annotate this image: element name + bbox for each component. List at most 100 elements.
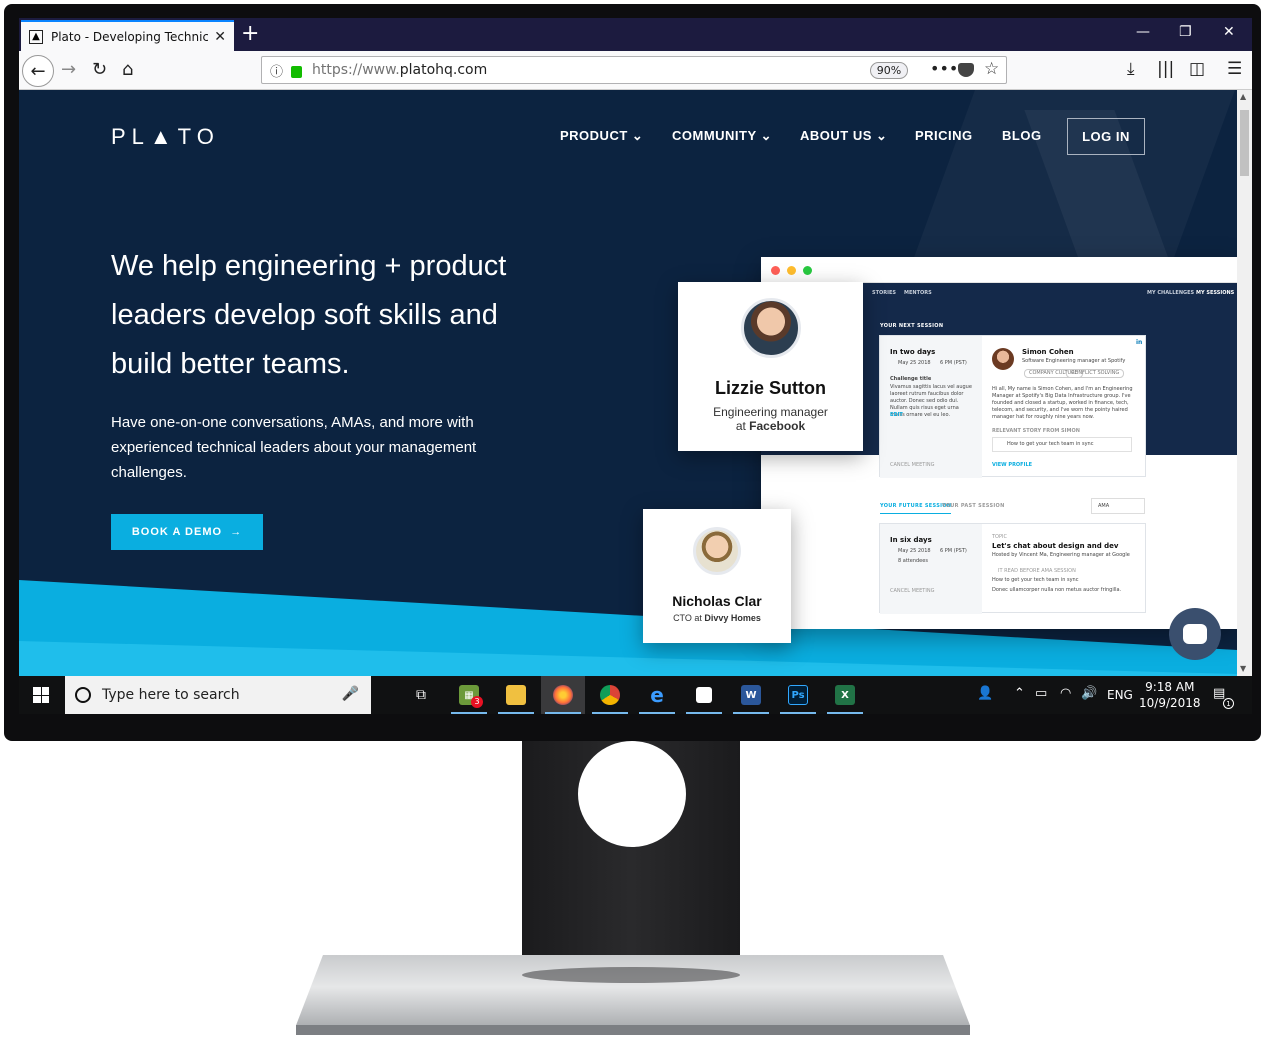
nav-product[interactable]: PRODUCT ⌄ — [560, 128, 643, 144]
language-indicator[interactable]: ENG — [1107, 688, 1133, 702]
taskbar-photoshop[interactable]: Ps — [776, 676, 820, 714]
screen: ▲ Plato - Developing Technical M ✕ + — ❐… — [19, 18, 1252, 714]
mockup-nav-sessions: MY SESSIONS — [1196, 290, 1235, 296]
excel-icon: X — [835, 685, 855, 705]
back-button[interactable]: ← — [22, 55, 54, 87]
reload-icon[interactable]: ↻ — [92, 59, 107, 80]
window-close-icon[interactable]: ✕ — [1223, 24, 1235, 40]
taskbar-firefox[interactable] — [541, 676, 585, 714]
download-icon[interactable]: ⤓ — [1127, 59, 1135, 79]
search-placeholder: Type here to search — [102, 687, 240, 703]
scroll-down-icon[interactable]: ▼ — [1240, 664, 1246, 673]
plato-homepage: PL▲TO PRODUCT ⌄ COMMUNITY ⌄ ABOUT US ⌄ P… — [19, 90, 1237, 676]
url-text[interactable]: https://www.platohq.com — [312, 62, 487, 78]
volume-icon[interactable]: 🔊 — [1081, 686, 1097, 701]
view-profile-link: VIEW PROFILE — [992, 462, 1033, 468]
session-meta-panel: In six days May 25 2018 6 PM (PST) 8 att… — [880, 524, 982, 614]
bookmark-star-icon[interactable]: ☆ — [984, 59, 999, 79]
photoshop-icon: Ps — [788, 685, 808, 705]
cancel-meeting-link: CANCEL MEETING — [890, 462, 935, 468]
monitor-bezel: ▲ Plato - Developing Technical M ✕ + — ❐… — [4, 4, 1261, 741]
windows-start-icon[interactable] — [33, 687, 49, 703]
windows-taskbar: Type here to search 🎤 ⧉ ▦ 3 e W Ps X 👤 ⌃… — [19, 676, 1252, 714]
taskbar-app-store[interactable]: ▦ 3 — [447, 676, 491, 714]
monitor-stand-cable-hole — [578, 741, 686, 847]
taskbar-edge[interactable]: e — [635, 676, 679, 714]
scroll-up-icon[interactable]: ▲ — [1240, 92, 1246, 101]
nav-pricing[interactable]: PRICING — [915, 128, 973, 143]
monitor-scene: ▲ Plato - Developing Technical M ✕ + — ❐… — [0, 0, 1264, 1045]
notification-badge: 3 — [471, 696, 483, 708]
browser-tab-active[interactable]: ▲ Plato - Developing Technical M ✕ — [21, 20, 234, 51]
chevron-down-icon: ⌄ — [760, 128, 772, 143]
chrome-icon — [600, 685, 620, 705]
show-hidden-icons[interactable]: ⌃ — [1014, 686, 1025, 701]
nav-blog[interactable]: BLOG — [1002, 128, 1042, 143]
nav-community[interactable]: COMMUNITY ⌄ — [672, 128, 772, 144]
book-demo-button[interactable]: BOOK A DEMO → — [111, 514, 263, 550]
task-view-button[interactable]: ⧉ — [399, 676, 443, 714]
avatar — [740, 298, 801, 358]
hamburger-menu-icon[interactable]: ☰ — [1227, 59, 1242, 79]
next-session-card: In two days May 25 2018 6 PM (PST) Chall… — [879, 335, 1146, 478]
chat-bubble-icon — [1183, 624, 1207, 644]
tag: CONFLICT SOLVING — [1066, 369, 1125, 378]
folder-icon — [506, 685, 526, 705]
library-icon[interactable]: ||| — [1157, 59, 1174, 79]
hero-subtitle: Have one-on-one conversations, AMAs, and… — [111, 414, 477, 481]
chevron-down-icon: ⌄ — [876, 128, 888, 143]
page-scrollbar[interactable]: ▲ ▼ — [1237, 90, 1252, 676]
mockup-minimize-dot — [787, 266, 796, 275]
mockup-close-dot — [771, 266, 780, 275]
hero-heading: We help engineering + product leaders de… — [111, 250, 507, 380]
future-session-card: In six days May 25 2018 6 PM (PST) 8 att… — [879, 523, 1146, 614]
action-center-icon[interactable]: ▤ — [1213, 686, 1225, 701]
wifi-icon[interactable]: ◠ — [1060, 686, 1071, 701]
tab-close-icon[interactable]: ✕ — [214, 29, 226, 45]
future-session-tab: YOUR FUTURE SESSION — [880, 503, 952, 514]
avatar — [693, 527, 741, 575]
plato-favicon-icon: ▲ — [29, 29, 43, 44]
chat-button[interactable] — [1169, 608, 1221, 660]
minimize-icon[interactable]: — — [1136, 24, 1150, 40]
sticky-notes-icon — [696, 687, 712, 703]
firefox-icon — [553, 685, 573, 705]
plato-logo[interactable]: PL▲TO — [111, 124, 220, 150]
mockup-nav-challenges: MY CHALLENGES — [1147, 290, 1195, 296]
people-icon[interactable]: 👤 — [977, 686, 993, 701]
mockup-nav-mentors: MENTORS — [904, 290, 932, 296]
taskbar-sticky-notes[interactable] — [682, 676, 726, 714]
battery-icon[interactable]: ▭ — [1035, 686, 1047, 701]
past-session-tab: YOUR PAST SESSION — [942, 503, 1005, 509]
forward-icon[interactable]: → — [61, 59, 76, 80]
tab-title: Plato - Developing Technical M — [50, 29, 209, 44]
next-session-label: YOUR NEXT SESSION — [880, 323, 944, 329]
zoom-indicator[interactable]: 90% — [870, 62, 908, 79]
taskbar-excel[interactable]: X — [823, 676, 867, 714]
login-button[interactable]: LOG IN — [1067, 118, 1145, 155]
taskbar-clock[interactable]: 9:18 AM 10/9/2018 — [1139, 679, 1201, 711]
restore-icon[interactable]: ❐ — [1179, 24, 1192, 40]
monitor-stand-shadow — [522, 967, 740, 983]
taskbar-chrome[interactable] — [588, 676, 632, 714]
home-icon[interactable]: ⌂ — [122, 59, 133, 80]
url-bar[interactable]: ⓘ https://www.platohq.com 90% ••• ☆ — [261, 56, 1007, 84]
microphone-icon[interactable]: 🎤 — [342, 686, 359, 702]
sidebar-icon[interactable]: ◫ — [1189, 59, 1205, 79]
profile-card-lizzie: Lizzie Sutton Engineering manager at Fac… — [678, 282, 863, 451]
page-actions-icon[interactable]: ••• — [930, 59, 958, 78]
nav-about-us[interactable]: ABOUT US ⌄ — [800, 128, 887, 144]
taskbar-search[interactable]: Type here to search 🎤 — [65, 676, 371, 714]
mockup-nav-stories: STORIES — [872, 290, 896, 296]
arrow-right-icon: → — [230, 526, 243, 538]
taskbar-word[interactable]: W — [729, 676, 773, 714]
session-filter-select: AMA — [1091, 498, 1145, 514]
pocket-icon[interactable] — [958, 63, 974, 77]
chevron-down-icon: ⌄ — [631, 128, 644, 143]
task-view-icon: ⧉ — [416, 687, 426, 703]
scroll-thumb[interactable] — [1240, 110, 1249, 176]
new-tab-button[interactable]: + — [241, 20, 259, 48]
info-icon[interactable]: ⓘ — [270, 61, 283, 80]
taskbar-file-explorer[interactable] — [494, 676, 538, 714]
profile-card-nicholas: Nicholas Clar CTO at Divvy Homes — [643, 509, 791, 643]
